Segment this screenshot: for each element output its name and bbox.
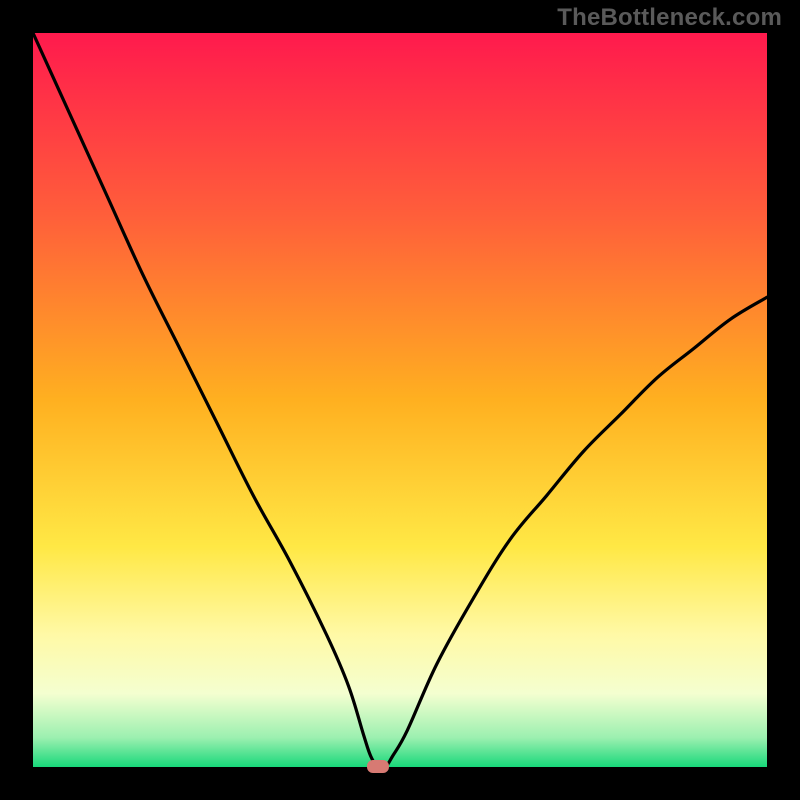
watermark-text: TheBottleneck.com [557, 4, 782, 32]
bottleneck-chart [0, 0, 800, 800]
chart-frame: TheBottleneck.com [0, 0, 800, 800]
optimum-marker [367, 760, 389, 773]
plot-area [33, 33, 767, 767]
